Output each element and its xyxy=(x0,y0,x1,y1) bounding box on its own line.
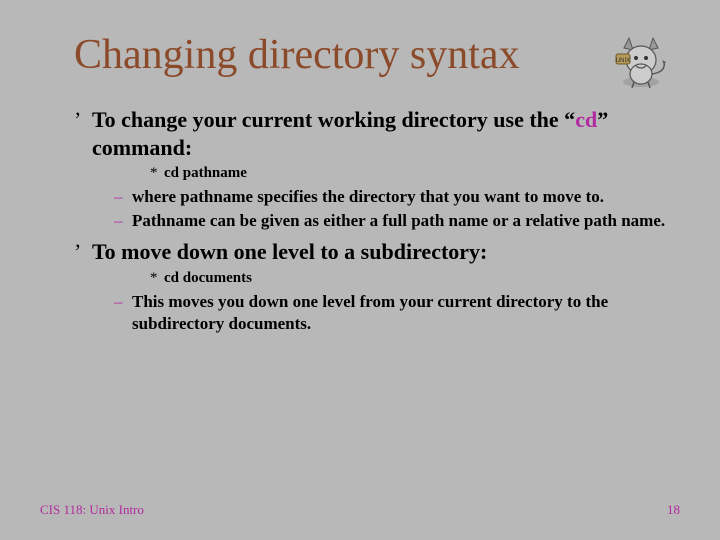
asterisk-bullet: * xyxy=(150,165,164,182)
code-example-2: *cd documents xyxy=(150,270,680,287)
svg-text:UNIX: UNIX xyxy=(616,58,630,64)
code-example-1: *cd pathname xyxy=(150,165,680,182)
cd-command: cd xyxy=(575,107,597,132)
dash-bullet: – xyxy=(114,186,132,208)
slide-body: ’ To change your current working directo… xyxy=(40,106,680,335)
dash-bullet: – xyxy=(114,291,132,313)
sub-bullet-text: This moves you down one level from your … xyxy=(132,291,680,335)
bullet-text: To change your current working directory… xyxy=(92,106,680,161)
example-text: cd documents xyxy=(164,270,252,286)
bullet-point-1: ’ To change your current working directo… xyxy=(74,106,680,161)
bsd-daemon-icon: UNIX xyxy=(606,34,676,94)
footer-course: CIS 118: Unix Intro xyxy=(40,502,144,518)
bullet-point-2: ’ To move down one level to a subdirecto… xyxy=(74,238,680,266)
footer-page-number: 18 xyxy=(667,502,680,518)
example-text: cd pathname xyxy=(164,165,247,181)
sub-bullet: – This moves you down one level from you… xyxy=(114,291,680,335)
title-row: Changing directory syntax UNIX xyxy=(40,28,680,94)
sub-bullet: – where pathname specifies the directory… xyxy=(114,186,680,208)
sub-bullet-text: Pathname can be given as either a full p… xyxy=(132,210,680,232)
bullet-glyph: ’ xyxy=(74,106,92,134)
slide-title: Changing directory syntax xyxy=(74,32,520,78)
sub-bullet: – Pathname can be given as either a full… xyxy=(114,210,680,232)
sub-bullet-text: where pathname specifies the directory t… xyxy=(132,186,680,208)
bullet-glyph: ’ xyxy=(74,238,92,266)
dash-bullet: – xyxy=(114,210,132,232)
slide-footer: CIS 118: Unix Intro 18 xyxy=(40,502,680,518)
slide: Changing directory syntax UNIX ’ xyxy=(0,0,720,540)
asterisk-bullet: * xyxy=(150,270,164,287)
bullet-text: To move down one level to a subdirectory… xyxy=(92,238,680,266)
text-segment: To change your current working directory… xyxy=(92,107,575,132)
